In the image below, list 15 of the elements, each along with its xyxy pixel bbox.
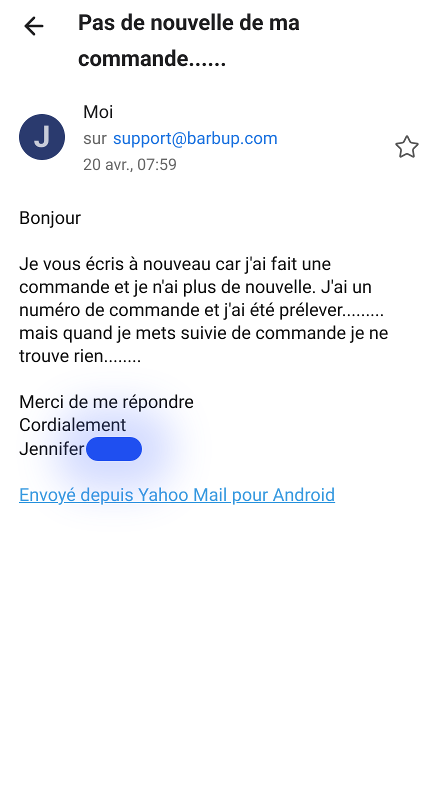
redaction-mark	[86, 437, 142, 461]
email-subject: Pas de nouvelle de ma commande......	[78, 10, 301, 74]
closing-line: Cordialement	[19, 414, 126, 437]
email-date: 20 avr., 07:59	[83, 154, 178, 176]
closing-line: Jennifer	[19, 438, 84, 460]
recipient-prefix: sur	[83, 128, 107, 151]
star-button[interactable]	[394, 134, 420, 160]
signature-link[interactable]: Envoyé depuis Yahoo Mail pour Android	[19, 484, 422, 507]
greeting-text: Bonjour	[19, 207, 82, 230]
closing-line: Merci de me répondre	[19, 391, 194, 414]
body-paragraph: Je vous écris à nouveau car j'ai fait une commande et je n'ai plus de nouvelle. J'ai un numéro de commande et j'ai été prélever......... mais quand je mets suivie de commande je ne trouve rien........	[19, 253, 390, 368]
recipient-address[interactable]: support@barbup.com	[112, 126, 278, 153]
star-icon	[394, 134, 420, 160]
sender-name: Moi	[83, 101, 114, 125]
sender-avatar: J	[19, 114, 65, 160]
